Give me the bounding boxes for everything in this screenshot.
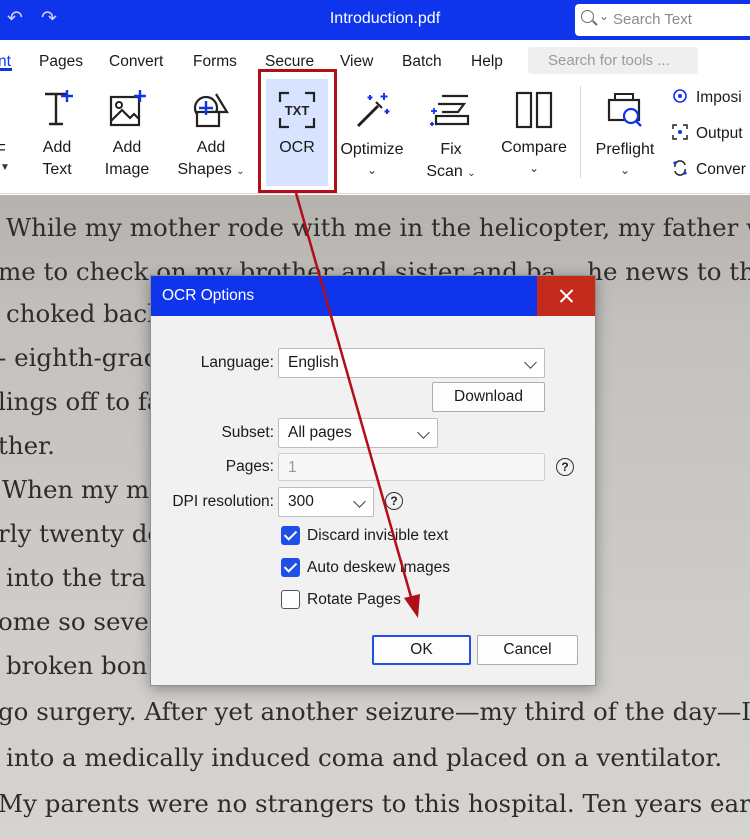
add-image-icon bbox=[109, 90, 146, 127]
language-label: Language: bbox=[200, 354, 274, 371]
pages-value: 1 bbox=[288, 459, 297, 476]
chevron-down-icon bbox=[353, 495, 366, 508]
chevron-down-icon bbox=[524, 356, 537, 369]
fix-scan-icon bbox=[430, 94, 470, 126]
ocr-options-dialog: OCR Options Language: English Download S… bbox=[150, 275, 596, 686]
cancel-button[interactable]: Cancel bbox=[477, 635, 578, 665]
add-shapes-label-1: Add bbox=[196, 139, 226, 156]
add-text-icon bbox=[45, 90, 73, 126]
close-icon[interactable] bbox=[537, 276, 595, 316]
rotate-pages-label: Rotate Pages bbox=[307, 591, 401, 608]
fix-scan-label-2: Scan ⌄ bbox=[420, 161, 482, 184]
language-select[interactable]: English bbox=[278, 348, 545, 378]
auto-deskew-label: Auto deskew images bbox=[307, 559, 451, 576]
pages-label: Pages: bbox=[225, 458, 274, 475]
compare-icon bbox=[515, 91, 553, 129]
compare-label: Compare bbox=[501, 139, 567, 156]
download-button[interactable]: Download bbox=[432, 382, 545, 412]
active-menu-indicator bbox=[0, 68, 12, 71]
impose-button[interactable]: Imposi bbox=[672, 88, 742, 107]
add-image-button[interactable]: Add Image bbox=[98, 76, 156, 194]
search-text-input[interactable]: ⌄ Search Text bbox=[575, 4, 750, 36]
search-placeholder: Search Text bbox=[613, 11, 692, 28]
preflight-icon bbox=[607, 93, 642, 127]
preflight-button[interactable]: Preflight ⌄ bbox=[590, 76, 660, 194]
compare-button[interactable]: Compare ⌄ bbox=[498, 76, 570, 194]
add-shapes-label-2: Shapes ⌄ bbox=[176, 159, 246, 182]
pages-input: 1 bbox=[278, 453, 545, 481]
convert-colors-button[interactable]: Conver bbox=[672, 160, 746, 179]
add-image-label-1: Add bbox=[112, 139, 142, 156]
dpi-select[interactable]: 300 bbox=[278, 487, 374, 517]
add-text-button[interactable]: Add Text bbox=[28, 76, 86, 194]
fix-scan-label-text: Scan bbox=[426, 163, 463, 180]
fix-scan-label-1: Fix bbox=[440, 141, 462, 158]
tools-search-input[interactable]: Search for tools ... bbox=[528, 47, 698, 74]
add-shapes-label-text: Shapes bbox=[177, 161, 232, 178]
chevron-down-icon[interactable]: ⌄ bbox=[599, 9, 609, 23]
dpi-value: 300 bbox=[288, 493, 314, 510]
convert-label: Conver bbox=[696, 161, 746, 178]
menu-item-batch[interactable]: Batch bbox=[402, 53, 442, 71]
fix-scan-button[interactable]: Fix Scan ⌄ bbox=[420, 76, 482, 194]
add-text-label-1: Add bbox=[42, 139, 72, 156]
chevron-down-icon bbox=[417, 426, 430, 439]
add-shapes-button[interactable]: Add Shapes ⌄ bbox=[176, 76, 246, 194]
impose-label: Imposi bbox=[696, 89, 742, 106]
menu-item-view[interactable]: View bbox=[340, 53, 373, 71]
dpi-label: DPI resolution: bbox=[172, 493, 274, 510]
add-shapes-icon bbox=[193, 93, 229, 128]
document-text-line: ther. bbox=[0, 431, 55, 460]
auto-deskew-checkbox[interactable] bbox=[281, 558, 300, 577]
dialog-title: OCR Options bbox=[162, 287, 255, 304]
subset-label: Subset: bbox=[221, 424, 274, 441]
document-text-line: go surgery. After yet another seizure—my… bbox=[0, 697, 750, 726]
title-bar: ↶ ↷ Introduction.pdf ⌄ Search Text bbox=[0, 0, 750, 40]
help-icon[interactable]: ? bbox=[556, 458, 574, 476]
add-image-label-2: Image bbox=[104, 161, 150, 178]
chevron-down-icon: ⌄ bbox=[366, 163, 378, 177]
magic-wand-icon bbox=[356, 93, 390, 128]
output-preview-button[interactable]: Output bbox=[672, 124, 743, 143]
chevron-down-icon: ⌄ bbox=[236, 166, 245, 177]
discard-invisible-text-checkbox[interactable] bbox=[281, 526, 300, 545]
subset-select[interactable]: All pages bbox=[278, 418, 438, 448]
menu-item-pages[interactable]: Pages bbox=[39, 53, 83, 71]
menu-item-convert[interactable]: Convert bbox=[109, 53, 163, 71]
target-icon bbox=[673, 89, 687, 103]
document-text-line: into a medically induced coma and placed… bbox=[6, 743, 723, 772]
optimize-label: Optimize bbox=[340, 141, 404, 158]
ribbon-separator bbox=[580, 86, 581, 178]
add-text-label-2: Text bbox=[42, 161, 72, 178]
dialog-title-bar: OCR Options bbox=[151, 276, 595, 316]
document-text-line: While my mother rode with me in the heli… bbox=[6, 213, 750, 242]
chevron-down-icon[interactable]: ▼ bbox=[0, 162, 10, 173]
chevron-down-icon: ⌄ bbox=[528, 161, 540, 175]
chevron-down-icon: ⌄ bbox=[619, 163, 631, 177]
subset-value: All pages bbox=[288, 424, 352, 441]
output-label: Output bbox=[696, 125, 743, 142]
convert-icon bbox=[673, 160, 687, 176]
ribbon-left-fragment[interactable]: F bbox=[0, 140, 6, 161]
menu-item-forms[interactable]: Forms bbox=[193, 53, 237, 71]
help-icon[interactable]: ? bbox=[385, 492, 403, 510]
optimize-button[interactable]: Optimize ⌄ bbox=[336, 76, 408, 194]
document-text-line: My parents were no strangers to this hos… bbox=[0, 789, 750, 818]
search-icon bbox=[581, 10, 594, 23]
ok-button[interactable]: OK bbox=[372, 635, 471, 665]
chevron-down-icon: ⌄ bbox=[467, 168, 476, 179]
language-value: English bbox=[288, 354, 339, 371]
annotation-highlight-frame bbox=[258, 69, 337, 193]
menu-item-help[interactable]: Help bbox=[471, 53, 503, 71]
preflight-label: Preflight bbox=[595, 141, 655, 158]
discard-invisible-text-label: Discard invisible text bbox=[307, 527, 449, 544]
rotate-pages-checkbox[interactable] bbox=[281, 590, 300, 609]
output-icon bbox=[672, 124, 688, 140]
